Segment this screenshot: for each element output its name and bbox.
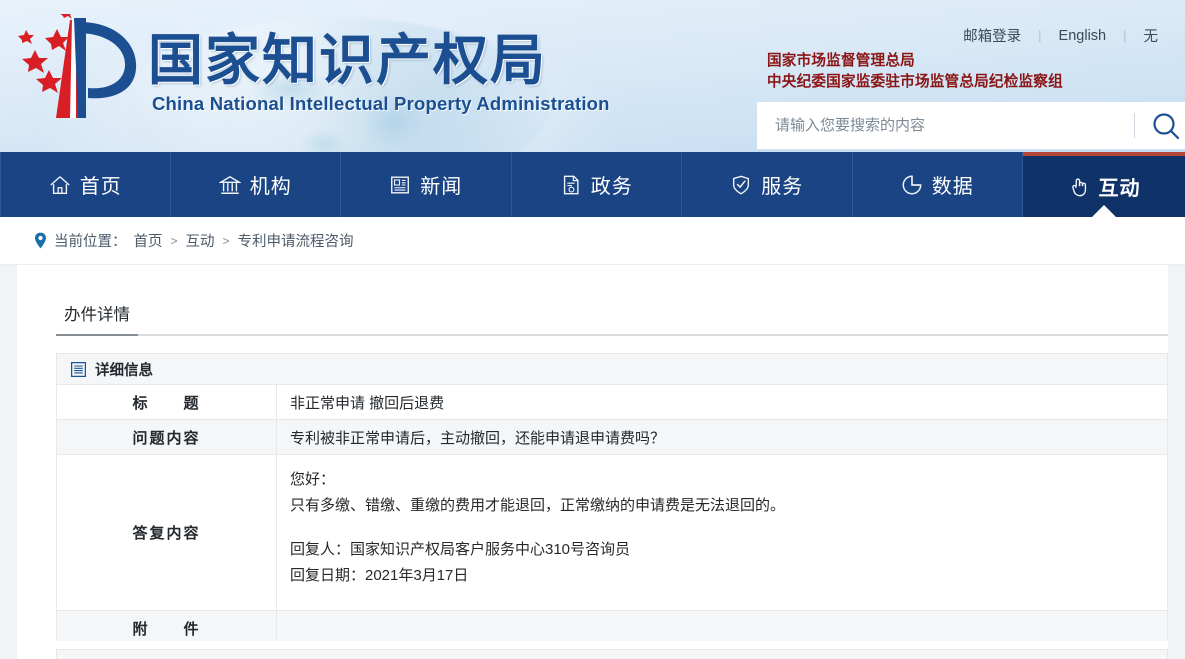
next-section-preview [17,641,1168,659]
nav-label-interaction: 互动 [1098,178,1141,200]
answer-greeting: 您好： [290,471,336,488]
row-value-question: 专利被非正常申请后，主动撤回，还能申请退申请费吗？ [276,419,1168,455]
search-input[interactable] [757,102,1134,149]
breadcrumb-item-home[interactable]: 首页 [134,230,163,251]
nav-item-service[interactable]: 服务 [682,152,853,217]
breadcrumb-prefix: 当前位置： [54,234,127,250]
breadcrumb-item-interaction[interactable]: 互动 [186,230,215,251]
newspaper-icon [391,176,410,193]
content-panel: 办件详情 详细信息 标 题 非正常申请 撤回后退费 问题内容 专利被非正常申请后… [17,265,1168,659]
affiliated-agency-block: 国家市场监督管理总局 中央纪委国家监委驻市场监管总局纪检监察组 [767,51,1063,93]
nav-item-interaction[interactable]: 互动 [1023,152,1185,217]
site-header: 国家知识产权局 China National Intellectual Prop… [0,0,1185,152]
mail-login-link[interactable]: 邮箱登录 [946,25,1038,46]
row-label-question: 问题内容 [56,419,277,455]
document-icon [563,175,579,194]
nav-item-organization[interactable]: 机构 [171,152,341,217]
agency-line-1[interactable]: 国家市场监督管理总局 [767,51,1063,72]
hand-click-icon [1071,178,1086,196]
pie-chart-icon [902,175,922,194]
nav-label-government-affairs: 政务 [590,176,633,198]
nav-item-data[interactable]: 数据 [853,152,1023,217]
tab-strip: 办件详情 [56,301,1168,336]
cnipa-logo-icon [18,14,137,118]
brand-logo-block[interactable]: 国家知识产权局 China National Intellectual Prop… [8,8,628,128]
nav-label-service: 服务 [761,176,804,198]
answer-reply-date: 回复日期：2021年3月17日 [290,567,469,584]
detail-table: 标 题 非正常申请 撤回后退费 问题内容 专利被非正常申请后，主动撤回，还能申请… [56,384,1168,647]
breadcrumb: 当前位置： 首页 > 互动 > 专利申请流程咨询 [34,230,354,251]
nav-item-home[interactable]: 首页 [0,152,171,217]
next-section-header-strip [56,649,1168,659]
home-icon [50,175,70,194]
breadcrumb-item-current[interactable]: 专利申请流程咨询 [238,230,354,251]
main-nav: 首页 机构 新闻 政务 服务 数据 互动 [0,152,1185,217]
table-row-question: 问题内容 专利被非正常申请后，主动撤回，还能申请退申请费吗？ [56,419,1168,455]
site-title-cn: 国家知识产权局 [148,28,548,92]
row-value-title: 非正常申请 撤回后退费 [276,384,1168,420]
row-label-answer: 答复内容 [56,454,277,611]
answer-responder: 回复人：国家知识产权局客户服务中心310号咨询员 [290,541,631,558]
table-row-answer: 答复内容 您好： 只有多缴、错缴、重缴的费用才能退回，正常缴纳的申请费是无法退回… [56,454,1168,611]
bank-icon [218,175,241,194]
location-pin-icon [35,232,46,249]
section-header-detail-info: 详细信息 [56,353,1168,384]
row-label-title: 标 题 [56,384,277,420]
nav-label-news: 新闻 [420,176,463,198]
nav-label-organization: 机构 [249,176,292,198]
english-link[interactable]: English [1042,28,1124,44]
row-value-answer: 您好： 只有多缴、错缴、重缴的费用才能退回，正常缴纳的申请费是无法退回的。 回复… [276,454,1168,611]
accessibility-link[interactable]: 无 [1127,25,1176,46]
breadcrumb-separator-2: > [222,233,230,248]
site-title-en: China National Intellectual Property Adm… [152,93,610,114]
site-search[interactable] [757,102,1185,149]
page-body: 办件详情 详细信息 标 题 非正常申请 撤回后退费 问题内容 专利被非正常申请后… [0,265,1185,659]
search-button[interactable] [1135,102,1185,149]
agency-line-2[interactable]: 中央纪委国家监委驻市场监管总局纪检监察组 [767,72,1063,93]
nav-label-data: 数据 [931,176,974,198]
shield-icon [733,175,750,194]
header-top-links: 邮箱登录 | English | 无 [946,25,1175,46]
nav-item-news[interactable]: 新闻 [341,152,512,217]
table-row-title: 标 题 非正常申请 撤回后退费 [56,384,1168,420]
section-title-detail-info: 详细信息 [95,362,153,379]
search-icon [1153,112,1180,139]
list-panel-icon [71,361,86,377]
answer-spacer [290,519,1167,537]
answer-body: 只有多缴、错缴、重缴的费用才能退回，正常缴纳的申请费是无法退回的。 [290,497,786,514]
breadcrumb-bar: 当前位置： 首页 > 互动 > 专利申请流程咨询 [0,217,1185,265]
tab-case-detail[interactable]: 办件详情 [56,301,138,336]
breadcrumb-separator-1: > [170,233,178,248]
nav-label-home: 首页 [79,176,122,198]
nav-item-government-affairs[interactable]: 政务 [512,152,682,217]
